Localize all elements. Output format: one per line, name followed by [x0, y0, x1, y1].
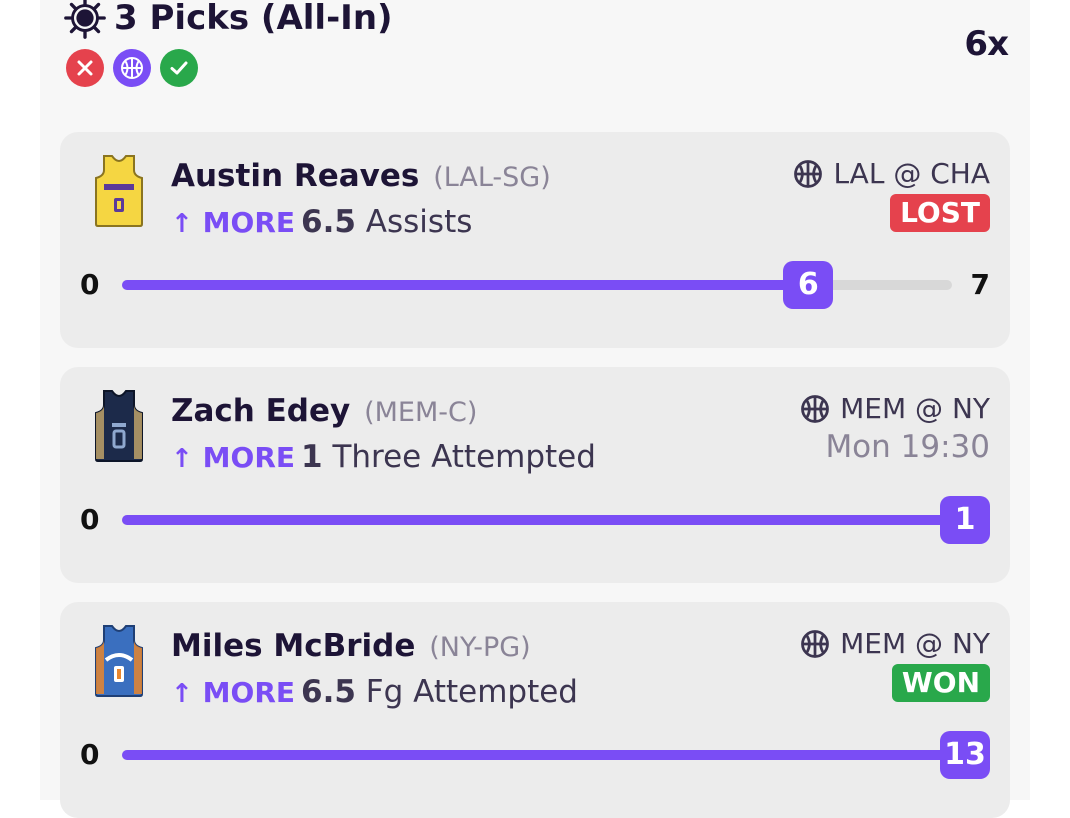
current-value: 13	[940, 731, 990, 779]
pick-direction: MORE	[202, 676, 296, 709]
matchup: MEM @ NY	[800, 391, 990, 427]
pick-card[interactable]: Zach Edey (MEM-C) ↑ MORE 1 Three Attempte…	[60, 367, 1010, 583]
progress-fill	[122, 750, 990, 760]
jersey-icon	[95, 155, 143, 227]
player-name: Miles McBride	[171, 628, 416, 664]
status-badge: LOST	[890, 194, 990, 232]
basketball-icon	[801, 630, 830, 658]
payout-multiplier: 6x	[964, 24, 1009, 64]
player-line: Zach Edey (MEM-C)	[171, 391, 477, 433]
pick-stat: Assists	[365, 204, 473, 240]
entry-header: 3 Picks (All-In)	[62, 0, 393, 44]
pick-line-value: 6.5	[301, 674, 356, 710]
scale-max: 7	[970, 268, 990, 301]
pick-line: ↑ MORE 6.5 Fg Attempted	[171, 672, 578, 714]
arrow-up-icon: ↑	[171, 679, 193, 709]
matchup-text: MEM @ NY	[840, 627, 990, 660]
x-circle-icon	[66, 49, 104, 87]
pick-line-value: 6.5	[301, 204, 356, 240]
matchup-text: MEM @ NY	[840, 392, 990, 425]
progress-fill	[122, 280, 834, 290]
status-badge: WON	[891, 664, 990, 702]
progress-track: 1	[122, 496, 990, 544]
pick-direction: MORE	[202, 441, 296, 474]
scale-min: 0	[80, 738, 100, 771]
current-value: 1	[940, 496, 990, 544]
pick-line-value: 1	[301, 439, 323, 475]
scale-min: 0	[80, 268, 100, 301]
player-position: (LAL-SG)	[433, 162, 551, 193]
pick-stat: Three Attempted	[332, 439, 596, 475]
matchup-text: LAL @ CHA	[833, 157, 990, 190]
current-value: 6	[783, 261, 834, 309]
basketball-icon	[794, 160, 823, 188]
check-circle-icon	[160, 49, 198, 87]
pick-card[interactable]: Austin Reaves (LAL-SG) ↑ MORE 6.5 Assists…	[60, 132, 1010, 348]
arrow-up-icon: ↑	[171, 209, 193, 239]
pick-stat: Fg Attempted	[365, 674, 578, 710]
sun-icon	[64, 0, 106, 39]
game-time: Mon 19:30	[825, 429, 990, 465]
basketball-icon	[113, 49, 151, 87]
entry-title: 3 Picks (All-In)	[114, 0, 393, 38]
pick-card[interactable]: Miles McBride (NY-PG) ↑ MORE 6.5 Fg Attem…	[60, 602, 1010, 818]
pick-line: ↑ MORE 1 Three Attempted	[171, 437, 596, 479]
player-position: (MEM-C)	[364, 397, 478, 428]
player-name: Austin Reaves	[171, 158, 420, 194]
progress-track: 13	[122, 731, 990, 779]
pick-status-icons	[66, 49, 198, 87]
progress-track: 6	[122, 261, 952, 309]
arrow-up-icon: ↑	[171, 444, 193, 474]
matchup: LAL @ CHA	[793, 156, 990, 192]
scale-min: 0	[80, 503, 100, 536]
player-line: Austin Reaves (LAL-SG)	[171, 156, 551, 198]
pick-direction: MORE	[202, 206, 296, 239]
pick-line: ↑ MORE 6.5 Assists	[171, 202, 472, 244]
player-position: (NY-PG)	[429, 632, 531, 663]
jersey-icon	[95, 390, 143, 462]
progress-fill	[122, 515, 990, 525]
basketball-icon	[801, 395, 830, 423]
player-name: Zach Edey	[171, 393, 351, 429]
matchup: MEM @ NY	[800, 626, 990, 662]
jersey-icon	[95, 625, 143, 697]
player-line: Miles McBride (NY-PG)	[171, 626, 531, 668]
